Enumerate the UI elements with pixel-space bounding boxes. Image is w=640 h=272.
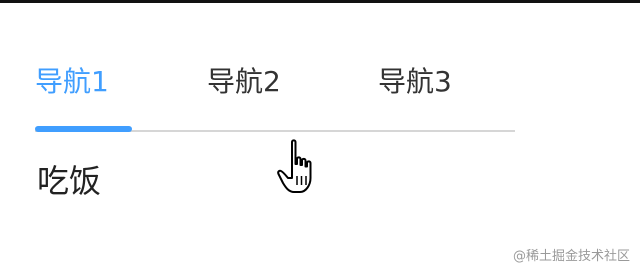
active-tab-indicator xyxy=(35,126,132,132)
watermark: @稀土掘金技术社区 xyxy=(512,249,630,264)
hand-pointer-icon xyxy=(276,138,324,196)
tab-nav-3[interactable]: 导航3 xyxy=(378,60,452,104)
tab-content: 吃饭 xyxy=(37,162,102,200)
tab-bar: 导航1 导航2 导航3 xyxy=(35,60,515,134)
top-edge xyxy=(0,0,640,3)
tab-nav-1[interactable]: 导航1 xyxy=(35,60,109,104)
tab-nav-2[interactable]: 导航2 xyxy=(207,60,281,104)
